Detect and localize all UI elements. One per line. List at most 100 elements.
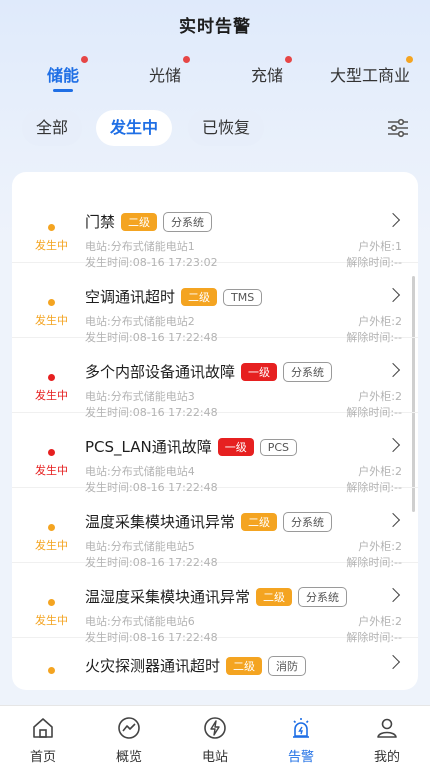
status-dot [48,449,55,456]
status-text: 发生中 [35,314,68,327]
alarm-name-line: 火灾探测器通讯超时 二级 消防 [85,655,307,676]
tab-label: 大型工商业 [330,66,411,85]
status-dot [48,667,55,674]
alarm-item[interactable]: 发生中 PCS_LAN通讯故障 一级 PCS 电站:分布式储能电站4 发生时间:08… [12,412,418,494]
alarm-name-line: 温度采集模块通讯异常 二级 分系统 [85,511,333,532]
chevron-right-icon [385,654,401,670]
tab-energy-storage[interactable]: 储能 [47,56,89,86]
level-badge: 一级 [217,438,254,456]
tab-large-commercial[interactable]: 大型工商业 [330,56,414,86]
alarm-name: 门禁 [85,213,116,231]
filter-recovered[interactable]: 已恢复 [188,110,265,146]
station-text: 电站:分布式储能电站4 [85,465,195,478]
tab-charging-storage[interactable]: 充储 [251,56,293,86]
station-text: 电站:分布式储能电站3 [85,390,195,403]
alarm-item[interactable]: 发生中 温度采集模块通讯异常 二级 分系统 电站:分布式储能电站5 发生时间:08-… [12,487,418,569]
chevron-right-icon [385,362,401,378]
station-text: 电站:分布式储能电站1 [85,240,195,253]
nav-home[interactable]: 首页 [0,706,86,766]
alarm-name-line: 温湿度采集模块通讯异常 二级 分系统 [85,586,348,607]
nav-profile[interactable]: 我的 [344,706,430,766]
level-badge: 二级 [226,657,263,675]
cabinet-text: 户外柜:2 [358,465,402,478]
alarm-name: 温度采集模块通讯异常 [85,513,236,531]
subsystem-tag: TMS [223,289,263,306]
status-text: 发生中 [35,464,68,477]
level-badge: 二级 [256,588,293,606]
alarm-name: 多个内部设备通讯故障 [85,363,236,381]
tab-label: 储能 [47,66,80,85]
notification-dot [81,56,89,63]
station-text: 电站:分布式储能电站2 [85,315,195,328]
nav-label: 电站 [201,750,228,765]
nav-label: 告警 [287,750,314,765]
subsystem-tag: PCS [259,439,298,456]
nav-label: 概览 [115,750,142,765]
alarm-list[interactable]: 发生中 门禁 二级 分系统 电站:分布式储能电站1 发生时间:08-16 17:23… [12,172,418,690]
tab-label: 充储 [251,66,284,85]
cabinet-text: 户外柜:2 [358,390,402,403]
level-badge: 一级 [241,363,278,381]
status-dot [48,599,55,606]
station-text: 电站:分布式储能电站5 [85,540,195,553]
power-station-icon [204,717,226,739]
alarm-name: PCS_LAN通讯故障 [85,438,212,456]
status-text: 发生中 [35,239,68,252]
cabinet-text: 户外柜:2 [358,615,402,628]
alarm-item[interactable]: 发生中 温湿度采集模块通讯异常 二级 分系统 电站:分布式储能电站6 发生时间:08… [12,562,418,644]
subsystem-tag: 分系统 [163,212,213,232]
chevron-right-icon [385,512,401,528]
level-badge: 二级 [121,213,158,231]
subsystem-tag: 分系统 [283,512,333,532]
alarm-name: 空调通讯超时 [85,288,176,306]
nav-alarm[interactable]: 告警 [258,706,344,766]
nav-overview[interactable]: 概览 [86,706,172,766]
sliders-icon[interactable] [386,117,410,139]
alarm-item[interactable]: 发生中 门禁 二级 分系统 电站:分布式储能电站1 发生时间:08-16 17:23… [12,187,418,269]
subsystem-tag: 分系统 [283,362,333,382]
alarm-name-line: 空调通讯超时 二级 TMS [85,286,263,307]
subsystem-tag: 消防 [268,656,307,676]
chart-circle-icon [118,717,140,739]
alarm-item[interactable]: 发生中 空调通讯超时 二级 TMS 电站:分布式储能电站2 发生时间:08-16 1… [12,262,418,344]
chevron-right-icon [385,437,401,453]
status-dot [48,374,55,381]
bottom-nav: 首页 概览 电站 告警 我的 [0,705,430,766]
alarm-name-line: 门禁 二级 分系统 [85,211,213,232]
level-badge: 二级 [181,288,218,306]
notification-dot [183,56,191,63]
level-badge: 二级 [241,513,278,531]
subsystem-tag: 分系统 [298,587,348,607]
status-dot [48,224,55,231]
status-dot [48,299,55,306]
nav-label: 我的 [373,750,400,765]
alarm-name-line: PCS_LAN通讯故障 一级 PCS [85,436,298,457]
cabinet-text: 户外柜:2 [358,540,402,553]
chevron-right-icon [385,212,401,228]
chevron-right-icon [385,287,401,303]
filter-ongoing[interactable]: 发生中 [96,110,173,146]
alarm-item[interactable]: 火灾探测器通讯超时 二级 消防 [12,637,418,690]
alarm-item[interactable]: 发生中 多个内部设备通讯故障 一级 分系统 电站:分布式储能电站3 发生时间:08-… [12,337,418,419]
status-text: 发生中 [35,389,68,402]
alarm-icon [293,718,309,738]
alarm-name-line: 多个内部设备通讯故障 一级 分系统 [85,361,333,382]
tab-solar-storage[interactable]: 光储 [149,56,191,86]
cabinet-text: 户外柜:1 [358,240,402,253]
notification-dot [285,56,293,63]
alarm-name: 火灾探测器通讯超时 [85,657,221,675]
active-tab-indicator [53,89,73,92]
status-text: 发生中 [35,539,68,552]
filter-all[interactable]: 全部 [22,110,83,146]
notification-dot [406,56,414,63]
status-text: 发生中 [35,614,68,627]
nav-station[interactable]: 电站 [172,706,258,766]
cabinet-text: 户外柜:2 [358,315,402,328]
user-icon [377,718,397,738]
chevron-right-icon [385,587,401,603]
station-text: 电站:分布式储能电站6 [85,615,195,628]
status-dot [48,524,55,531]
home-icon [33,718,53,738]
alarm-name: 温湿度采集模块通讯异常 [85,588,251,606]
nav-label: 首页 [29,750,56,765]
